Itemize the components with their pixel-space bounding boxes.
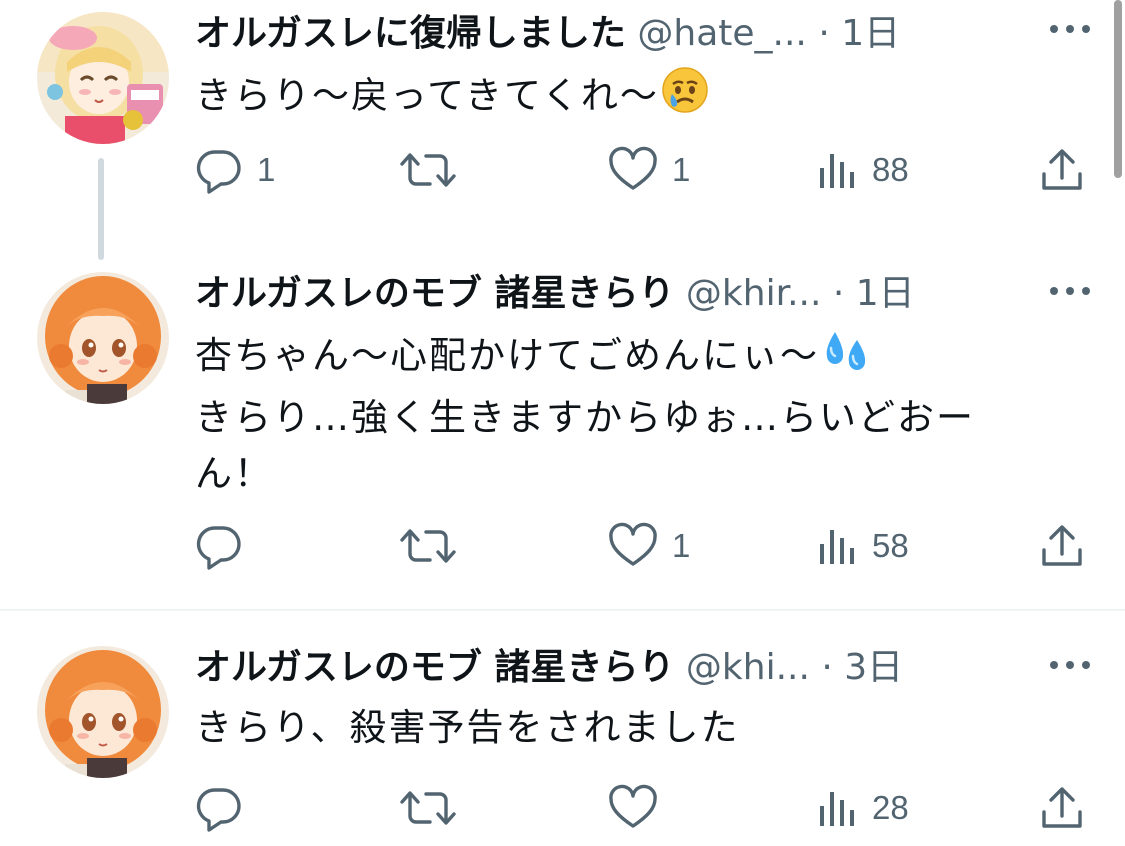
sweat-droplets-icon <box>821 326 871 390</box>
analytics-icon <box>818 784 858 832</box>
tweet[interactable]: オルガスレに復帰しました @hate_... · 1日 きらり〜戻ってきてくれ〜 <box>0 0 1105 260</box>
reply-button[interactable]: 1 <box>195 142 275 198</box>
timestamp[interactable]: 1日 <box>856 273 915 314</box>
tweet-header: オルガスレに復帰しました @hate_... · 1日 <box>195 8 1075 60</box>
heart-icon <box>608 146 658 194</box>
crying-face-icon <box>661 66 709 130</box>
views-button[interactable]: 28 <box>818 780 909 836</box>
like-button[interactable]: 1 <box>608 142 690 198</box>
action-bar: 28 <box>0 780 1105 836</box>
view-count: 88 <box>872 151 909 188</box>
tweet-text: きらり、殺害予告をされました <box>195 700 1065 756</box>
tweet-text-line: きらり〜戻ってきてくれ〜 <box>195 66 1065 130</box>
retweet-icon <box>400 522 456 570</box>
tweet-text-line: ん！ <box>195 452 273 495</box>
views-button[interactable]: 88 <box>818 142 909 198</box>
timestamp[interactable]: 3日 <box>844 647 903 688</box>
retweet-icon <box>400 146 456 194</box>
tweet-text-line: きらり、殺害予告をされました <box>195 706 740 749</box>
share-button[interactable] <box>1040 518 1084 574</box>
heart-icon <box>608 784 658 832</box>
timestamp[interactable]: 1日 <box>841 13 900 54</box>
display-name[interactable]: オルガスレに復帰しました <box>195 13 626 54</box>
like-button[interactable]: 1 <box>608 518 690 574</box>
more-options-icon[interactable] <box>1047 14 1093 44</box>
display-name[interactable]: オルガスレのモブ 諸星きらり <box>195 647 674 688</box>
tweet-divider <box>0 609 1125 611</box>
retweet-button[interactable] <box>400 518 470 574</box>
retweet-button[interactable] <box>400 142 470 198</box>
reply-icon <box>195 784 243 832</box>
retweet-button[interactable] <box>400 780 470 836</box>
retweet-icon <box>400 784 456 832</box>
timeline: オルガスレに復帰しました @hate_... · 1日 きらり〜戻ってきてくれ〜 <box>0 0 1125 846</box>
tweet-text: きらり〜戻ってきてくれ〜 <box>195 66 1065 130</box>
analytics-icon <box>818 522 858 570</box>
view-count: 58 <box>872 527 909 564</box>
avatar[interactable] <box>37 646 169 778</box>
handle[interactable]: @khir... <box>686 273 822 314</box>
like-button[interactable] <box>608 780 672 836</box>
share-icon <box>1040 146 1084 194</box>
separator-dot: · <box>821 647 833 688</box>
avatar[interactable] <box>37 272 169 404</box>
more-options-icon[interactable] <box>1047 276 1093 306</box>
reply-count: 1 <box>257 151 276 188</box>
views-button[interactable]: 58 <box>818 518 909 574</box>
handle[interactable]: @hate_... <box>637 13 806 54</box>
reply-icon <box>195 522 243 570</box>
tweet[interactable]: オルガスレのモブ 諸星きらり @khir... · 1日 杏ちゃん〜心配かけてご… <box>0 264 1105 608</box>
tweet-text-line: 杏ちゃん〜心配かけてごめんにぃ〜 <box>195 326 1065 390</box>
tweet-text: 杏ちゃん〜心配かけてごめんにぃ〜 きらり…強く生きますからゆぉ…らいどおー ん！ <box>195 326 1065 502</box>
share-button[interactable] <box>1040 142 1084 198</box>
share-icon <box>1040 522 1084 570</box>
reply-button[interactable] <box>195 780 257 836</box>
reply-button[interactable] <box>195 518 257 574</box>
tweet-header: オルガスレのモブ 諸星きらり @khir... · 1日 <box>195 268 1075 320</box>
action-bar: 1 1 88 <box>0 142 1105 198</box>
more-options-icon[interactable] <box>1047 650 1093 680</box>
tweet-header: オルガスレのモブ 諸星きらり @khi... · 3日 <box>195 642 1075 694</box>
scrollbar[interactable] <box>1114 0 1122 178</box>
avatar[interactable] <box>37 12 169 144</box>
tweet-text-line: きらり…強く生きますからゆぉ…らいどおー <box>195 396 975 439</box>
like-count: 1 <box>672 527 691 564</box>
analytics-icon <box>818 146 858 194</box>
tweet[interactable]: オルガスレのモブ 諸星きらり @khi... · 3日 きらり、殺害予告をされま… <box>0 630 1105 846</box>
like-count: 1 <box>672 151 691 188</box>
reply-icon <box>195 146 243 194</box>
heart-icon <box>608 522 658 570</box>
share-icon <box>1040 784 1084 832</box>
separator-dot: · <box>832 273 845 314</box>
view-count: 28 <box>872 789 909 826</box>
handle[interactable]: @khi... <box>686 647 810 688</box>
share-button[interactable] <box>1040 780 1084 836</box>
display-name[interactable]: オルガスレのモブ 諸星きらり <box>195 273 674 314</box>
action-bar: 1 58 <box>0 518 1105 574</box>
separator-dot: · <box>818 13 830 54</box>
